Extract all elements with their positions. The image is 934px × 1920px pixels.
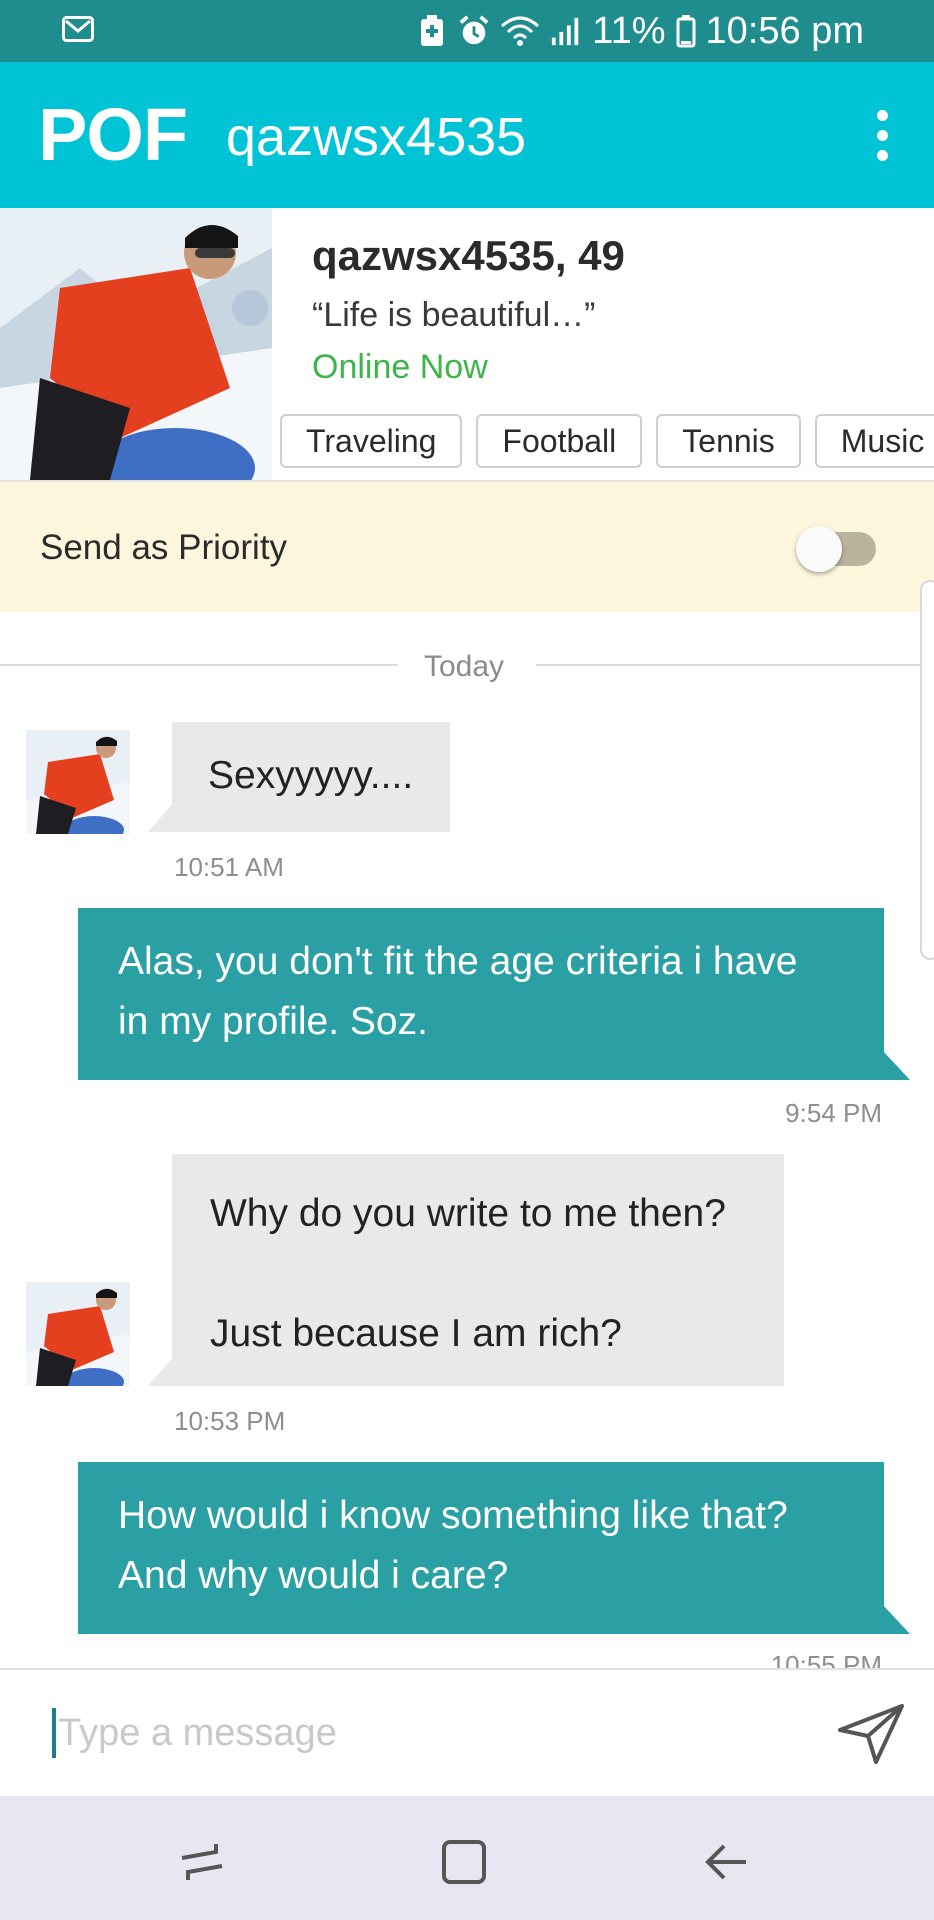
message-list[interactable]: Today Sexyyyyy.... 10:51 AM Alas, you do… (0, 612, 934, 1668)
home-icon[interactable] (438, 1836, 490, 1888)
conversation-title[interactable]: qazwsx4535 (226, 106, 526, 168)
mail-icon (62, 16, 94, 42)
battery-saver-icon (421, 15, 444, 46)
incoming-message[interactable]: Sexyyyyy.... (148, 722, 450, 832)
profile-header[interactable]: qazwsx4535, 49 “Life is beautiful…” Onli… (0, 208, 934, 482)
app-bar: POF qazwsx4535 (0, 62, 934, 208)
more-vert-icon[interactable] (872, 110, 892, 161)
interest-tag[interactable]: Football (476, 414, 643, 468)
send-icon[interactable] (836, 1702, 906, 1766)
profile-name-age: qazwsx4535, 49 (312, 232, 625, 279)
date-divider-line (0, 664, 398, 666)
message-line: Alas, you don't fit the age criteria i h… (118, 940, 798, 983)
priority-toggle[interactable] (796, 526, 876, 572)
message-composer (0, 1668, 934, 1796)
text-cursor (52, 1708, 56, 1758)
send-as-priority-row: Send as Priority (0, 482, 934, 612)
message-text: Sexyyyyy.... (208, 754, 414, 797)
interest-tags: Traveling Football Tennis Music (280, 414, 934, 468)
interest-tag[interactable]: Traveling (280, 414, 463, 468)
date-divider-line (536, 664, 934, 666)
message-time: 10:53 PM (174, 1406, 286, 1436)
incoming-message[interactable]: Why do you write to me then? Just becaus… (148, 1154, 784, 1386)
toggle-thumb (796, 526, 842, 572)
clock: 10:56 pm (705, 9, 864, 52)
send-as-priority-label: Send as Priority (40, 528, 288, 567)
sender-avatar[interactable] (26, 730, 130, 834)
message-time: 9:54 PM (785, 1098, 882, 1128)
profile-headline: “Life is beautiful…” (312, 296, 596, 334)
date-divider-label: Today (424, 650, 505, 683)
pof-logo[interactable]: POF (38, 92, 188, 177)
message-line: in my profile. Soz. (118, 1000, 428, 1043)
outgoing-message[interactable]: How would i know something like that? An… (78, 1462, 910, 1634)
message-time: 10:51 AM (174, 852, 284, 882)
online-status: Online Now (312, 348, 488, 386)
message-time: 10:55 PM (770, 1650, 882, 1668)
recents-icon[interactable] (176, 1836, 228, 1888)
message-input[interactable] (58, 1698, 758, 1768)
outgoing-message[interactable]: Alas, you don't fit the age criteria i h… (78, 908, 910, 1080)
battery-icon (676, 15, 696, 48)
battery-percentage: 11% (592, 9, 666, 52)
sender-avatar[interactable] (26, 1282, 130, 1386)
interest-tag[interactable]: Tennis (656, 414, 801, 468)
interest-tag[interactable]: Music (814, 414, 934, 468)
message-line: Why do you write to me then? (210, 1192, 726, 1235)
back-icon[interactable] (700, 1836, 752, 1888)
alarm-icon (459, 15, 489, 45)
signal-icon (552, 17, 579, 46)
system-nav-bar (0, 1796, 934, 1920)
status-bar: 11% 10:56 pm (0, 0, 934, 62)
scroll-indicator[interactable] (920, 580, 934, 960)
wifi-icon (501, 16, 540, 46)
message-line: How would i know something like that? (118, 1494, 788, 1537)
message-line: Just because I am rich? (210, 1312, 622, 1355)
message-line: And why would i care? (118, 1554, 509, 1597)
profile-photo[interactable] (0, 208, 272, 480)
